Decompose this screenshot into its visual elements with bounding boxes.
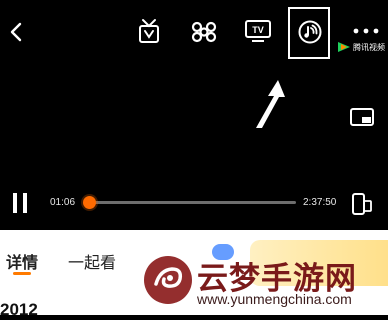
content-year: 2012 <box>0 300 38 319</box>
tencent-video-logo-icon <box>338 42 350 52</box>
china-unicom-icon <box>191 21 217 43</box>
brand-name: 腾讯视频 <box>353 42 385 52</box>
pointer-arrow <box>256 80 285 128</box>
watermark-url: www.yunmengchina.com <box>197 291 352 307</box>
unicom-button[interactable] <box>188 18 220 46</box>
tv-cast-icon: TV <box>245 20 271 42</box>
rotate-screen-icon <box>352 193 372 215</box>
pause-button[interactable] <box>8 190 32 216</box>
pip-button[interactable] <box>349 107 375 127</box>
audio-mode-button[interactable] <box>297 18 323 46</box>
tv-cast-button[interactable]: TV <box>243 18 273 44</box>
current-time: 01:06 <box>50 197 76 208</box>
gift-box-icon <box>139 19 159 43</box>
seek-track[interactable] <box>92 201 296 204</box>
tab-watch-together[interactable]: 一起看 <box>68 249 116 273</box>
chevron-left-icon <box>10 22 22 42</box>
tab-details[interactable]: 详情 <box>6 249 38 273</box>
audio-mode-icon <box>298 20 322 44</box>
more-icon <box>353 28 379 34</box>
tencent-video-logo: 腾讯视频 <box>337 41 385 53</box>
svg-text:TV: TV <box>252 25 264 35</box>
seek-thumb[interactable] <box>83 196 96 209</box>
duration: 2:37:50 <box>303 197 337 208</box>
tab-underline <box>13 272 31 275</box>
picture-in-picture-icon <box>350 108 374 126</box>
pause-icon <box>13 193 27 213</box>
fullscreen-button[interactable] <box>350 191 374 217</box>
watermark-logo <box>144 256 192 304</box>
back-button[interactable] <box>6 20 26 44</box>
gift-button[interactable] <box>136 17 162 45</box>
more-button[interactable] <box>352 24 380 38</box>
